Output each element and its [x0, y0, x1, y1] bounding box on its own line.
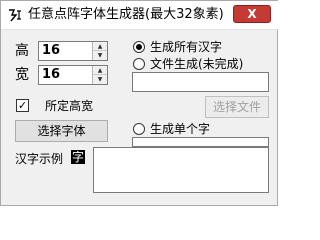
height-up-arrow-icon[interactable]: ▲	[93, 42, 107, 51]
close-button[interactable]: X	[233, 5, 271, 23]
width-stepper[interactable]: 16 ▲ ▼	[38, 65, 108, 85]
mode-all-chinese-radio[interactable]	[133, 41, 145, 53]
lock-size-checkbox[interactable]: ✓	[16, 99, 29, 112]
height-label: 高	[15, 43, 29, 59]
main-window: 任意点阵字体生成器(最大32象素) X 高 16 ▲ ▼ 宽 16 ▲ ▼ ✓ …	[0, 0, 279, 206]
sample-output-area[interactable]	[93, 147, 269, 193]
width-stepper-arrows: ▲ ▼	[92, 66, 107, 84]
height-down-arrow-icon[interactable]: ▼	[93, 51, 107, 60]
mode-single-char-label: 生成单个字	[150, 122, 211, 136]
mode-from-file-label: 文件生成(未完成)	[150, 57, 244, 71]
mode-single-char-radio[interactable]	[133, 123, 145, 135]
select-font-button[interactable]: 选择字体	[15, 120, 108, 142]
app-icon	[9, 9, 21, 22]
sample-character: 字	[71, 150, 85, 164]
select-file-button[interactable]: 选择文件	[205, 96, 269, 118]
mode-all-chinese-label: 生成所有汉字	[150, 40, 223, 54]
height-stepper-arrows: ▲ ▼	[92, 42, 107, 60]
check-icon: ✓	[17, 99, 28, 112]
width-down-arrow-icon[interactable]: ▼	[93, 75, 107, 84]
window-title: 任意点阵字体生成器(最大32象素)	[28, 7, 224, 22]
file-path-input[interactable]	[132, 72, 269, 92]
width-up-arrow-icon[interactable]: ▲	[93, 66, 107, 75]
height-stepper[interactable]: 16 ▲ ▼	[38, 41, 108, 61]
single-char-input[interactable]	[132, 137, 269, 147]
title-bar: 任意点阵字体生成器(最大32象素) X	[1, 1, 279, 30]
close-icon: X	[247, 7, 257, 21]
width-label: 宽	[15, 67, 29, 83]
sample-label: 汉字示例	[15, 152, 64, 166]
lock-size-label: 所定高宽	[45, 99, 94, 113]
mode-from-file-radio[interactable]	[133, 58, 145, 70]
height-value[interactable]: 16	[42, 43, 60, 59]
width-value[interactable]: 16	[42, 67, 60, 83]
